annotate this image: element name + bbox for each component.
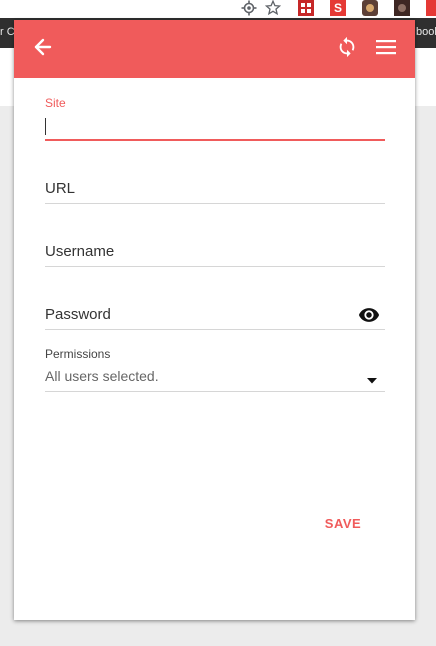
save-button[interactable]: SAVE — [314, 506, 372, 540]
eye-icon[interactable] — [357, 304, 381, 331]
url-field[interactable]: URL — [45, 178, 385, 206]
site-underline — [45, 139, 385, 141]
url-underline — [45, 203, 385, 204]
url-placeholder: URL — [45, 180, 76, 197]
menu-button[interactable] — [371, 34, 401, 64]
browser-toolbar: S — [0, 0, 436, 19]
arrow-left-icon — [33, 37, 53, 62]
username-placeholder: Username — [45, 243, 115, 260]
password-field[interactable]: Password — [45, 304, 385, 332]
extension-brown-icon[interactable] — [362, 0, 378, 16]
extension-s-icon[interactable]: S — [330, 0, 346, 16]
permissions-underline — [45, 391, 385, 392]
location-target-icon[interactable] — [241, 0, 257, 16]
sync-icon — [336, 36, 358, 63]
permissions-label: Permissions — [45, 347, 111, 361]
site-field[interactable]: Site — [45, 94, 385, 142]
username-underline — [45, 266, 385, 267]
site-label: Site — [45, 96, 66, 110]
extension-dark-icon[interactable] — [394, 0, 410, 16]
star-bookmark-icon[interactable] — [264, 0, 282, 16]
extension-popup: Site URL Username Password Permissions A… — [14, 20, 415, 620]
caret-down-icon[interactable] — [366, 372, 378, 390]
text-cursor — [45, 118, 46, 135]
hamburger-menu-icon — [375, 36, 397, 63]
back-button[interactable] — [28, 34, 58, 64]
bookmark-item-left[interactable]: r C — [0, 26, 15, 38]
permissions-value[interactable]: All users selected. — [45, 368, 159, 384]
sync-button[interactable] — [332, 34, 362, 64]
password-underline — [45, 329, 385, 330]
bookmark-item-right[interactable]: book — [416, 26, 436, 38]
username-field[interactable]: Username — [45, 241, 385, 269]
password-placeholder: Password — [45, 306, 111, 323]
extension-red-grid-icon[interactable] — [298, 0, 314, 16]
extension-red-icon[interactable] — [426, 0, 436, 16]
permissions-select[interactable]: Permissions All users selected. — [45, 347, 385, 393]
popup-header — [14, 20, 415, 78]
